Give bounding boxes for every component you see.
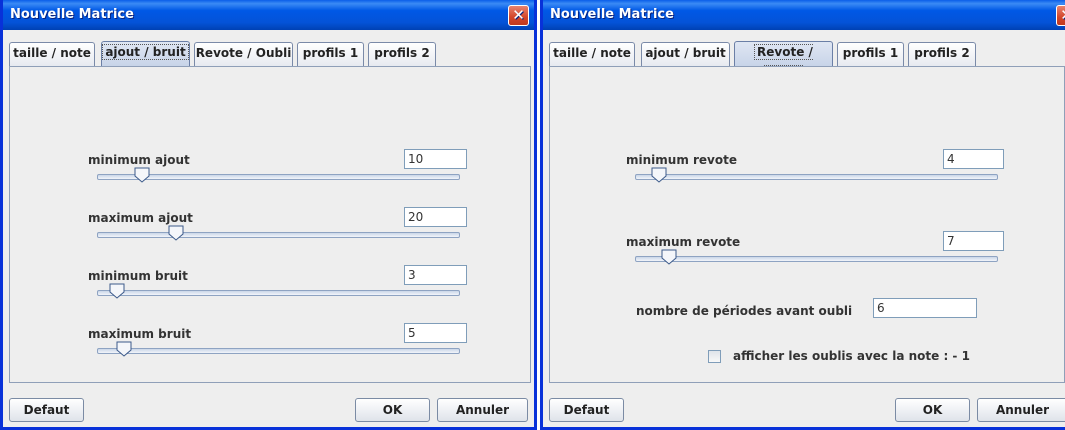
maximum-bruit-label: maximum bruit: [88, 327, 192, 341]
close-icon: ✕: [1060, 6, 1065, 24]
defaut-button[interactable]: Defaut: [9, 398, 84, 422]
minimum-ajout-label: minimum ajout: [88, 153, 190, 167]
tab-ajout-bruit[interactable]: ajout / bruit: [101, 41, 190, 66]
tab-taille-note[interactable]: taille / note: [549, 42, 635, 66]
tab-taille-note[interactable]: taille / note: [9, 42, 95, 66]
defaut-button[interactable]: Defaut: [549, 398, 624, 422]
annuler-button[interactable]: Annuler: [437, 398, 528, 422]
minimum-bruit-slider-thumb[interactable]: [109, 283, 125, 299]
minimum-bruit-label: minimum bruit: [88, 269, 188, 283]
minimum-revote-slider-track[interactable]: [635, 174, 998, 180]
close-button[interactable]: ✕: [508, 5, 529, 26]
title-bar[interactable]: Nouvelle Matrice ✕: [3, 0, 534, 30]
maximum-revote-slider-track[interactable]: [635, 256, 998, 262]
periods-label: nombre de périodes avant oubli: [636, 304, 853, 318]
maximum-revote-label: maximum revote: [626, 235, 741, 249]
maximum-bruit-field[interactable]: 5: [404, 323, 467, 343]
tab-revote-oubli[interactable]: Revote / Oubli: [734, 41, 833, 81]
close-icon: ✕: [512, 6, 525, 24]
window-title: Nouvelle Matrice: [550, 7, 674, 22]
maximum-revote-slider-thumb[interactable]: [661, 249, 677, 265]
ok-button[interactable]: OK: [895, 398, 970, 422]
dialog-window-revote-oubli: Nouvelle Matrice ✕ taille / note ajout /…: [540, 0, 1065, 430]
maximum-bruit-slider-thumb[interactable]: [116, 341, 132, 357]
afficher-oublis-label: afficher les oublis avec la note : - 1: [733, 349, 970, 363]
minimum-bruit-field[interactable]: 3: [404, 265, 467, 285]
minimum-bruit-slider-track[interactable]: [97, 290, 460, 296]
tab-profils-1[interactable]: profils 1: [297, 42, 364, 66]
tab-profils-1[interactable]: profils 1: [837, 42, 904, 66]
tab-ajout-bruit[interactable]: ajout / bruit: [641, 42, 730, 66]
tab-revote-oubli[interactable]: Revote / Oubli: [194, 42, 293, 66]
dialog-window-ajout-bruit: Nouvelle Matrice ✕ taille / note ajout /…: [0, 0, 537, 430]
minimum-revote-slider-thumb[interactable]: [651, 167, 667, 183]
maximum-revote-field[interactable]: 7: [943, 231, 1004, 251]
maximum-ajout-slider-track[interactable]: [97, 232, 460, 238]
afficher-oublis-checkbox[interactable]: [708, 350, 721, 363]
tab-profils-2[interactable]: profils 2: [368, 42, 436, 66]
tab-panel: minimum revote 4 maximum revote 7 nombre…: [549, 66, 1065, 383]
tab-profils-2[interactable]: profils 2: [908, 42, 976, 66]
ok-button[interactable]: OK: [355, 398, 430, 422]
maximum-bruit-slider-track[interactable]: [97, 348, 460, 354]
minimum-revote-field[interactable]: 4: [943, 149, 1004, 169]
close-button[interactable]: ✕: [1056, 5, 1065, 26]
minimum-ajout-slider-thumb[interactable]: [134, 167, 150, 183]
title-bar[interactable]: Nouvelle Matrice ✕: [543, 0, 1065, 30]
maximum-ajout-field[interactable]: 20: [404, 207, 467, 227]
maximum-ajout-label: maximum ajout: [88, 211, 193, 225]
minimum-ajout-slider-track[interactable]: [97, 174, 460, 180]
annuler-button[interactable]: Annuler: [977, 398, 1065, 422]
window-title: Nouvelle Matrice: [10, 7, 134, 22]
minimum-revote-label: minimum revote: [626, 153, 737, 167]
tab-panel: minimum ajout 10 maximum ajout 20 minimu…: [9, 66, 531, 383]
minimum-ajout-field[interactable]: 10: [404, 149, 467, 169]
periods-field[interactable]: 6: [873, 298, 977, 318]
maximum-ajout-slider-thumb[interactable]: [168, 225, 184, 241]
